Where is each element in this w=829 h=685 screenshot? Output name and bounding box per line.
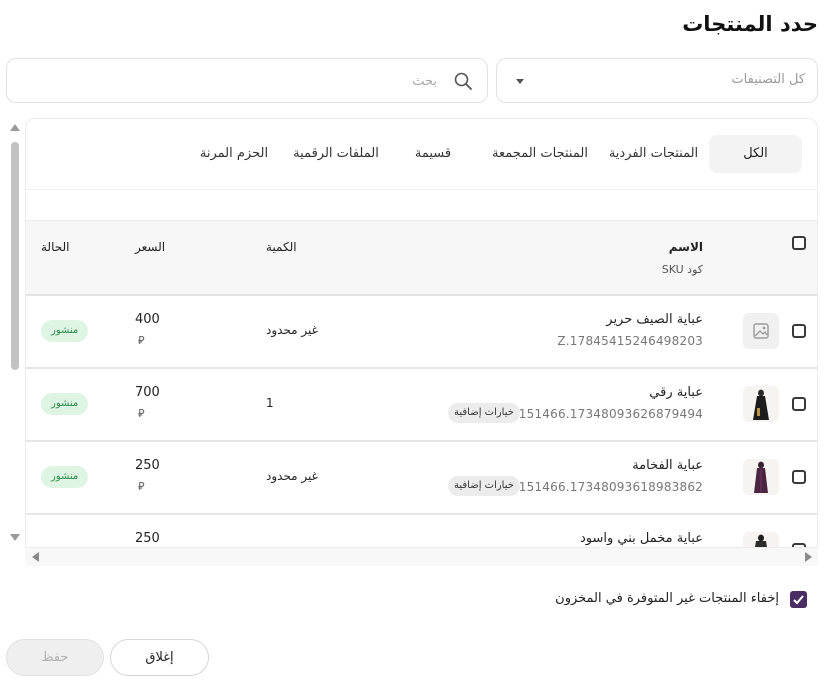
table-row[interactable]: عباية الفخامة Z.151466.17348093618983862… <box>26 442 817 515</box>
column-header-sku: كود SKU <box>661 263 703 276</box>
row-checkbox[interactable] <box>792 470 806 484</box>
product-price: 400 <box>135 312 160 327</box>
currency-symbol: ⃁ <box>138 407 145 420</box>
row-checkbox[interactable] <box>792 324 806 338</box>
save-button[interactable]: حفظ <box>6 639 104 676</box>
select-all-checkbox[interactable] <box>792 236 806 250</box>
product-price: 250 <box>135 531 160 546</box>
product-price: 250 <box>135 458 160 473</box>
product-sku: Z.151466.17348093618983862 <box>506 480 703 494</box>
status-badge: منشور <box>41 393 89 415</box>
product-name: عباية الفخامة <box>632 458 703 473</box>
extra-options-badge: خيارات إضافية <box>448 403 520 423</box>
products-panel: الكل المنتجات الفردية المنتجات المجمعة ق… <box>25 118 818 548</box>
abaya-photo <box>753 389 769 420</box>
product-thumbnail <box>743 313 779 349</box>
vertical-scrollbar-thumb[interactable] <box>11 142 19 370</box>
column-header-price[interactable]: السعر <box>135 240 165 254</box>
search-field[interactable] <box>6 58 488 103</box>
product-sku: Z.151466.17348093626879494 <box>506 407 703 421</box>
product-name: عباية الصيف حرير <box>606 312 703 327</box>
product-sku: Z.17845415246498203 <box>557 334 703 348</box>
scroll-down-arrow[interactable] <box>10 534 20 541</box>
horizontal-scrollbar[interactable] <box>25 548 818 566</box>
row-checkbox[interactable] <box>792 397 806 411</box>
product-name: عباية رقي <box>649 385 703 400</box>
tab-voucher[interactable]: قسيمة <box>406 135 460 173</box>
column-header-quantity[interactable]: الكمية <box>266 240 297 254</box>
product-price: 700 <box>135 385 160 400</box>
product-type-tabs: الكل المنتجات الفردية المنتجات المجمعة ق… <box>26 119 817 189</box>
product-thumbnail <box>743 386 779 422</box>
search-input[interactable] <box>37 69 437 93</box>
status-badge: منشور <box>41 320 89 342</box>
product-quantity: غير محدود <box>266 469 318 483</box>
scroll-left-arrow[interactable] <box>32 552 39 562</box>
hide-out-of-stock-toggle[interactable]: إخفاء المنتجات غير المتوفرة في المخزون <box>555 590 807 610</box>
image-placeholder-icon <box>753 323 769 339</box>
tab-bundled-products[interactable]: المنتجات المجمعة <box>486 135 594 173</box>
close-button[interactable]: إغلاق <box>110 639 209 676</box>
product-quantity: غير محدود <box>266 323 318 337</box>
tab-digital-files[interactable]: الملفات الرقمية <box>288 135 384 173</box>
chevron-down-icon <box>516 79 524 84</box>
search-icon <box>454 72 472 90</box>
abaya-photo <box>754 461 768 493</box>
tab-all[interactable]: الكل <box>709 135 802 173</box>
currency-symbol: ⃁ <box>138 334 145 347</box>
checkmark-icon <box>793 595 804 605</box>
extra-options-badge: خيارات إضافية <box>448 476 520 496</box>
category-select-value: كل التصنيفات <box>731 72 805 87</box>
abaya-photo <box>755 534 767 547</box>
column-header-name[interactable]: الاسم <box>669 240 703 254</box>
scroll-up-arrow[interactable] <box>10 124 20 131</box>
product-thumbnail <box>743 532 779 547</box>
currency-symbol: ⃁ <box>138 480 145 493</box>
column-header-status: الحالة <box>41 240 70 254</box>
dialog-title: حدد المنتجات <box>682 12 818 36</box>
category-select[interactable]: كل التصنيفات <box>496 58 818 103</box>
product-thumbnail <box>743 459 779 495</box>
table-header: الاسم كود SKU الكمية السعر الحالة <box>26 220 817 296</box>
product-name: عباية مخمل بني واسود <box>579 531 703 546</box>
tab-single-products[interactable]: المنتجات الفردية <box>606 135 701 173</box>
product-quantity: 1 <box>266 396 274 410</box>
hide-out-of-stock-checkbox[interactable] <box>790 591 807 608</box>
table-toolbar <box>26 189 817 220</box>
table-row[interactable]: عباية رقي Z.151466.17348093626879494 خيا… <box>26 369 817 442</box>
status-badge: منشور <box>41 466 89 488</box>
table-row[interactable]: عباية الصيف حرير Z.17845415246498203 غير… <box>26 296 817 369</box>
table-row[interactable]: عباية مخمل بني واسود 250 <box>26 515 817 547</box>
hide-out-of-stock-label: إخفاء المنتجات غير المتوفرة في المخزون <box>555 591 779 606</box>
scroll-right-arrow[interactable] <box>805 552 812 562</box>
tab-flexible-bundles[interactable]: الحزم المرنة <box>198 135 270 173</box>
